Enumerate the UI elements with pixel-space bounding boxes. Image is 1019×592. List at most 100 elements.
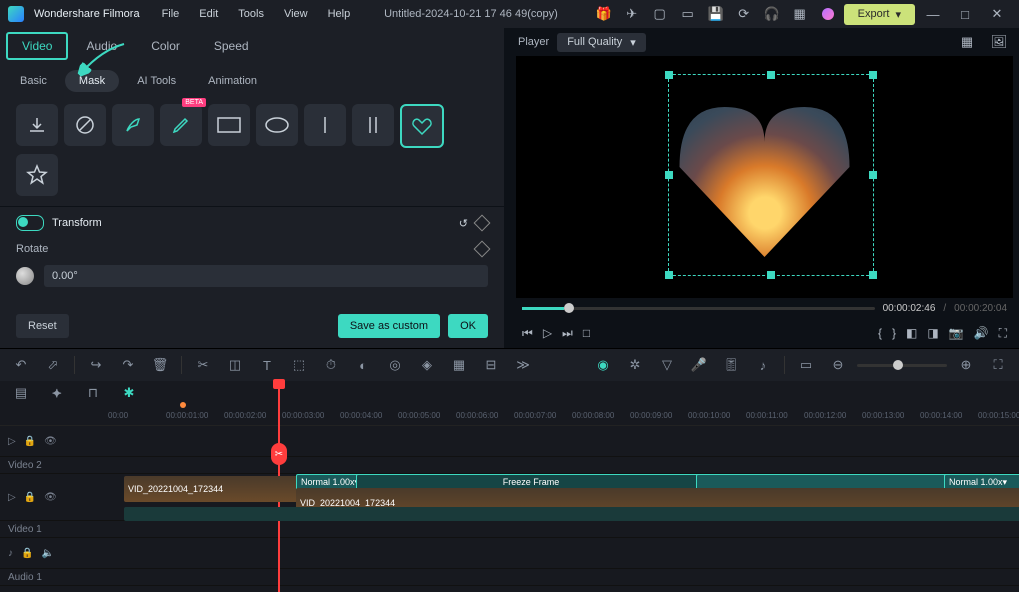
rotate-value-input[interactable]: 0.00° [44, 265, 488, 287]
crop2-icon[interactable]: ⬚ [286, 352, 312, 378]
clip-1[interactable]: VID_20221004_172344 [124, 476, 300, 502]
preview-canvas[interactable] [516, 56, 1013, 298]
keyframe-tb-icon[interactable]: ◈ [414, 352, 440, 378]
next-frame-icon[interactable]: ⏭ [562, 326, 573, 341]
profile-icon[interactable] [816, 2, 840, 26]
brace-close-icon[interactable]: } [892, 326, 896, 340]
playback-slider[interactable]: 00:00:02:46 / 00:00:20:04 [510, 298, 1019, 318]
transform-toggle[interactable] [16, 215, 44, 231]
volume-icon[interactable]: 🔊 [974, 326, 989, 340]
mute-icon[interactable]: 🔈 [41, 548, 53, 559]
tab-speed[interactable]: Speed [198, 32, 265, 60]
crop-icon[interactable]: ◫ [222, 352, 248, 378]
mask-none-icon[interactable] [64, 104, 106, 146]
menu-file[interactable]: File [162, 8, 180, 20]
mask-heart-icon[interactable] [400, 104, 444, 148]
subtab-animation[interactable]: Animation [194, 70, 271, 92]
marker-tb-icon[interactable]: ▽ [654, 352, 680, 378]
group-icon[interactable]: ▭ [793, 352, 819, 378]
mark-out-icon[interactable]: ◨ [927, 326, 938, 340]
fullscreen-icon[interactable]: ⛶ [999, 326, 1007, 341]
mask-brush-icon[interactable] [112, 104, 154, 146]
layout2-icon[interactable]: ▭ [676, 2, 700, 26]
tl-marker-icon[interactable]: ✱ [116, 380, 142, 406]
menu-help[interactable]: Help [328, 8, 351, 20]
mixer-icon[interactable]: 🎚 [718, 352, 744, 378]
tl-link-icon[interactable]: ⯌ [44, 380, 70, 406]
mark-in-icon[interactable]: ◧ [906, 326, 917, 340]
ai-icon[interactable]: ◉ [590, 352, 616, 378]
lock-icon[interactable]: 🔒 [24, 492, 36, 503]
undo-icon[interactable]: ↶ [8, 352, 34, 378]
color-icon[interactable]: ◐ [350, 352, 376, 378]
menu-view[interactable]: View [284, 8, 308, 20]
image-view-icon[interactable]: 🖼 [987, 30, 1011, 54]
mask-pen-icon[interactable]: BETA [160, 104, 202, 146]
effects-icon[interactable]: ◎ [382, 352, 408, 378]
video-track-icon[interactable]: ▷ [8, 492, 16, 503]
snapshot-icon[interactable]: 📷 [949, 326, 964, 340]
mic-icon[interactable]: 🎤 [686, 352, 712, 378]
ok-button[interactable]: OK [448, 314, 488, 338]
eye-icon[interactable]: 👁 [44, 436, 57, 447]
stop-icon[interactable]: □ [583, 326, 590, 340]
audio-track-icon[interactable]: ♪ [8, 548, 13, 559]
brace-open-icon[interactable]: { [878, 326, 882, 340]
selection-box[interactable] [668, 74, 874, 276]
subtab-basic[interactable]: Basic [6, 70, 61, 92]
rotate-keyframe-icon[interactable] [474, 241, 491, 258]
tl-layout-icon[interactable]: ▤ [8, 380, 34, 406]
eye-icon[interactable]: 👁 [44, 492, 57, 503]
zoom-slider[interactable] [857, 364, 947, 367]
mask-ellipse-icon[interactable] [256, 104, 298, 146]
play-icon[interactable]: ▷ [543, 326, 552, 340]
video-track-icon[interactable]: ▷ [8, 436, 16, 447]
layout1-icon[interactable]: ▢ [648, 2, 672, 26]
zoom-in-icon[interactable]: ⊕ [953, 352, 979, 378]
quality-dropdown[interactable]: Full Quality▾ [557, 33, 646, 52]
cloud-icon[interactable]: ⟳ [732, 2, 756, 26]
grid-view-icon[interactable]: ▦ [955, 30, 979, 54]
timeline-ruler[interactable]: 00:0000:00:01:0000:00:02:0000:00:03:0000… [0, 405, 1019, 426]
reset-button[interactable]: Reset [16, 314, 69, 338]
mask-rectangle-icon[interactable] [208, 104, 250, 146]
green-screen-icon[interactable]: ▦ [446, 352, 472, 378]
adjust-icon[interactable]: ✲ [622, 352, 648, 378]
tab-color[interactable]: Color [135, 32, 196, 60]
mask-import-icon[interactable] [16, 104, 58, 146]
pointer-icon[interactable]: ⬀ [40, 352, 66, 378]
mask-single-line-icon[interactable] [304, 104, 346, 146]
zoom-out-icon[interactable]: ⊖ [825, 352, 851, 378]
music-icon[interactable]: ♪ [750, 352, 776, 378]
minimize-button[interactable]: — [919, 7, 947, 22]
redo2-icon[interactable]: ↪ [83, 352, 109, 378]
prev-frame-icon[interactable]: ⏮ [522, 326, 533, 341]
subtab-aitools[interactable]: AI Tools [123, 70, 190, 92]
marker-dot[interactable] [180, 402, 186, 408]
lock-icon[interactable]: 🔒 [24, 436, 36, 447]
keyframe-icon[interactable] [474, 215, 491, 232]
tl-magnet-icon[interactable]: ⊓ [80, 380, 106, 406]
cut-icon[interactable]: ✂ [190, 352, 216, 378]
text-icon[interactable]: T [254, 352, 280, 378]
fit-icon[interactable]: ⛶ [985, 352, 1011, 378]
detach-icon[interactable]: ⊟ [478, 352, 504, 378]
send-icon[interactable]: ✈ [620, 2, 644, 26]
delete-icon[interactable]: 🗑 [147, 352, 173, 378]
mask-star-icon[interactable] [16, 154, 58, 196]
gift-icon[interactable]: 🎁 [592, 2, 616, 26]
audio-wave-2[interactable] [296, 507, 1019, 521]
redo-icon[interactable]: ↷ [115, 352, 141, 378]
mask-double-line-icon[interactable] [352, 104, 394, 146]
reset-icon[interactable]: ↺ [459, 217, 468, 230]
menu-edit[interactable]: Edit [199, 8, 218, 20]
menu-tools[interactable]: Tools [238, 8, 264, 20]
tab-video[interactable]: Video [6, 32, 68, 60]
save-icon[interactable]: 💾 [704, 2, 728, 26]
grid-icon[interactable]: ▦ [788, 2, 812, 26]
close-button[interactable]: ✕ [983, 6, 1011, 22]
speed-icon[interactable]: ⏱ [318, 352, 344, 378]
maximize-button[interactable]: □ [951, 7, 979, 22]
more-icon[interactable]: ≫ [510, 352, 536, 378]
headset-icon[interactable]: 🎧 [760, 2, 784, 26]
